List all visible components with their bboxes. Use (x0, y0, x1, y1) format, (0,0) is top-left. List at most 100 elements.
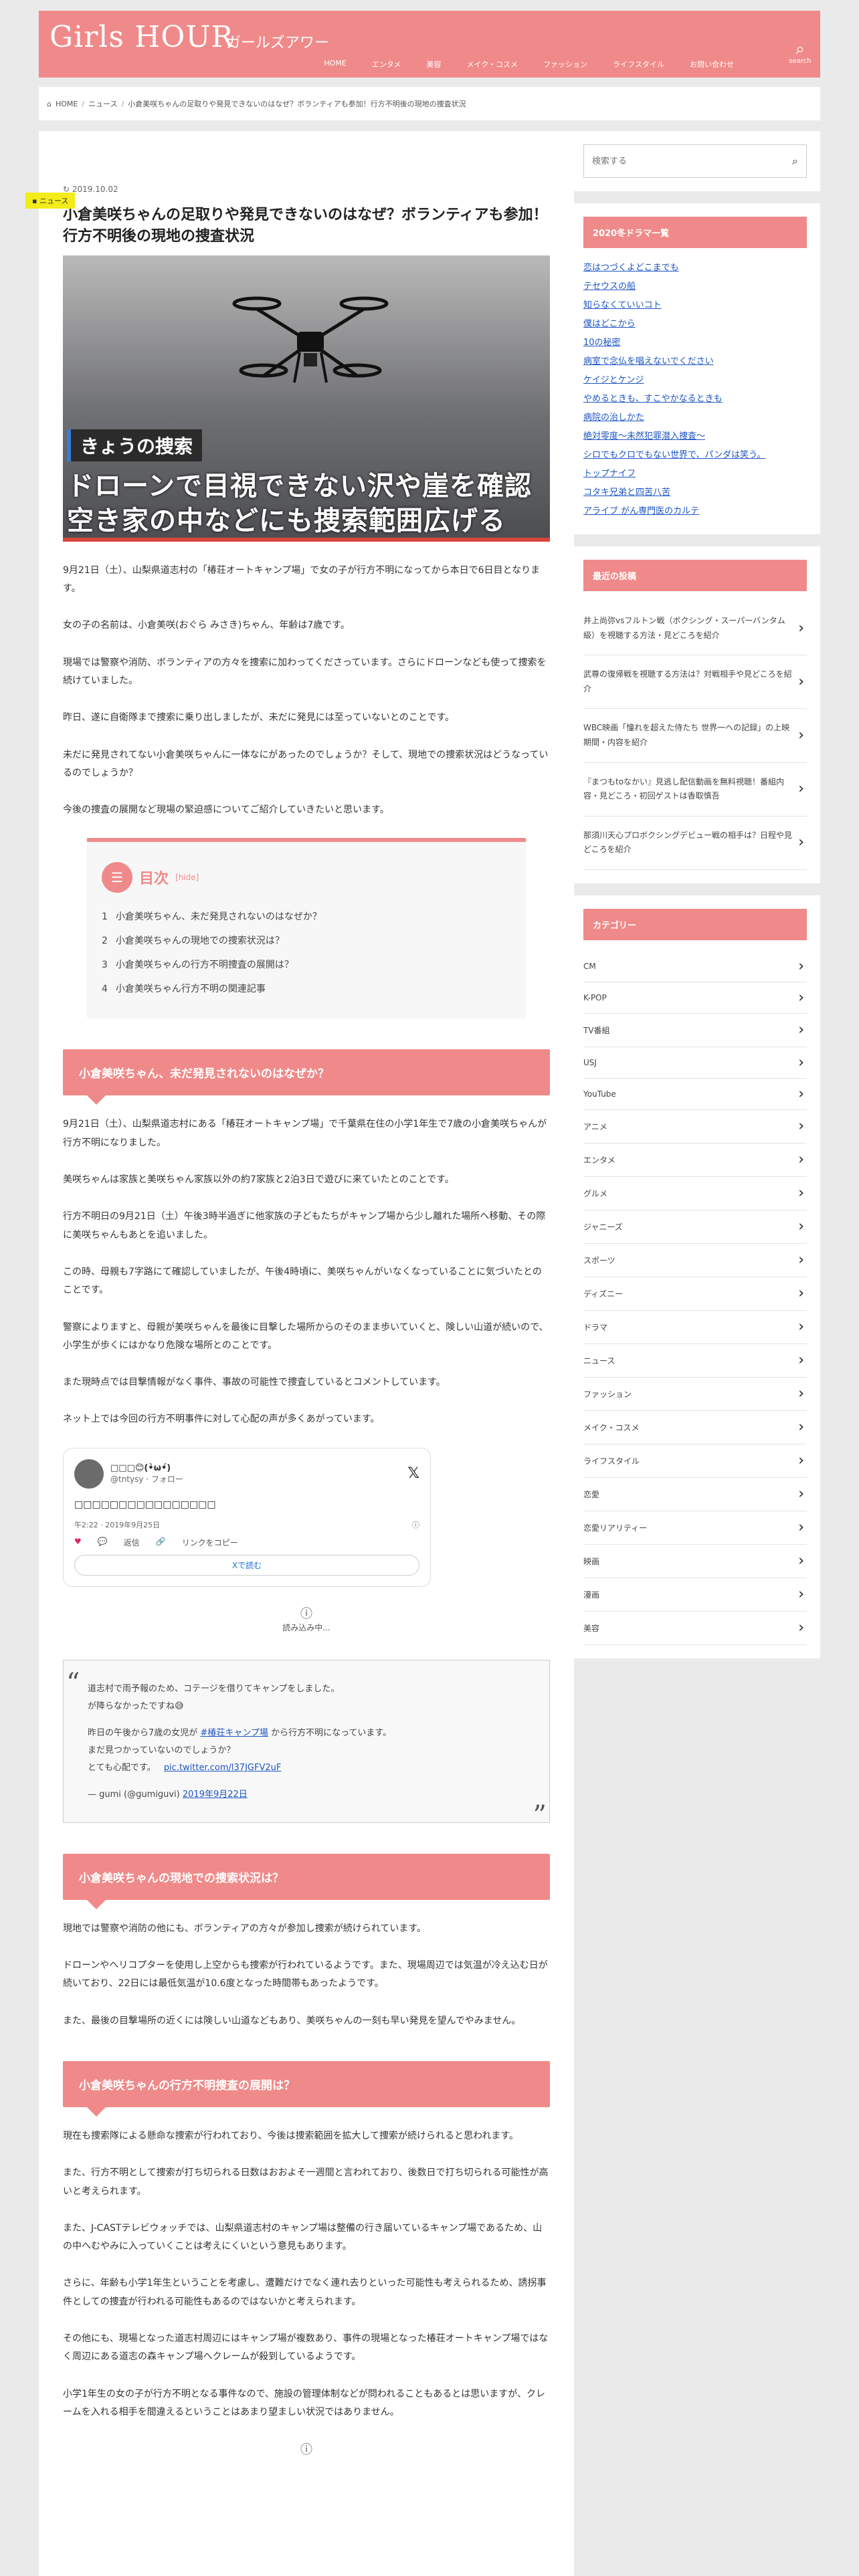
site-logo[interactable]: Girls HOUR (50, 20, 234, 54)
category-link[interactable]: ニュース (583, 1344, 807, 1378)
drama-link[interactable]: シロでもクロでもない世界で、パンダは笑う。 (583, 446, 807, 465)
nav-beauty[interactable]: 美容 (413, 59, 454, 70)
sidebar: ⌕ 2020冬ドラマ一覧 恋はつづくよどこまでも テセウスの船 知らなくていいコ… (570, 131, 820, 1671)
intro-paragraph: 昨日、遂に自衛隊まで捜索に乗り出しましたが、未だに発見には至っていないとのことで… (63, 712, 455, 724)
tweet-author-name[interactable]: □□□😊(•̀ω•́) (110, 1463, 183, 1473)
drama-link[interactable]: 病室で念仏を唱えないでください (583, 352, 807, 371)
category-link[interactable]: K-POP (583, 982, 807, 1014)
quote-open-icon: “ (66, 1667, 80, 1699)
toc-item[interactable]: 3 小倉美咲ちゃんの行方不明捜査の展開は？ (102, 953, 511, 977)
category-link[interactable]: 漫画 (583, 1578, 807, 1612)
drama-link[interactable]: テセウスの船 (583, 278, 807, 296)
category-link[interactable]: YouTube (583, 1079, 807, 1110)
global-nav: HOME エンタメ 美容 メイク・コスメ ファッション ライフスタイル お問い合… (311, 59, 747, 70)
drama-link[interactable]: 絶対零度〜未然犯罪潜入捜査〜 (583, 427, 807, 446)
toc-item[interactable]: 2 小倉美咲ちゃんの現地での捜索状況は？ (102, 929, 511, 953)
drama-link[interactable]: 知らなくていいコト (583, 296, 807, 315)
recent-post-link[interactable]: 那須川天心プロボクシングデビュー戦の相手は？日程や見どころを紹介 (583, 817, 807, 870)
intro-paragraph: 9月21日（土）、山梨県道志村の「椿荘オートキャンプ場」で女の子が行方不明になっ… (63, 564, 541, 595)
nav-fashion[interactable]: ファッション (531, 59, 600, 70)
category-link[interactable]: ジャニーズ (583, 1210, 807, 1244)
nav-contact[interactable]: お問い合わせ (677, 59, 747, 70)
breadcrumb-separator: / (82, 99, 85, 108)
avatar[interactable] (74, 1459, 104, 1489)
tweet-timestamp[interactable]: 午2:22 · 2019年9月25日 (74, 1519, 160, 1530)
breadcrumb-separator: / (121, 99, 124, 108)
category-link[interactable]: エンタメ (583, 1144, 807, 1177)
toc-item[interactable]: 4 小倉美咲ちゃん行方不明の関連記事 (102, 977, 511, 1001)
drama-link[interactable]: アライブ がん専門医のカルテ (583, 502, 807, 521)
home-icon: ⌂ (47, 99, 52, 108)
quote-author: — gumi (@gumiguvi) (88, 1789, 180, 1800)
drama-link[interactable]: トップナイフ (583, 465, 807, 484)
section-paragraph: また、最後の目撃場所の近くには険しい山道などもあり、美咲ちゃんの一刻も早い発見を… (63, 2015, 521, 2026)
section-paragraph: 現在も捜索隊による懸命な捜索が行われており、今後は捜索範囲を拡大して捜索が続けら… (63, 2130, 518, 2141)
drama-link[interactable]: 10の秘密 (583, 334, 807, 352)
quote-date-link[interactable]: 2019年9月22日 (183, 1790, 248, 1800)
search-icon[interactable]: ⌕ (792, 154, 798, 168)
category-tag-label: ニュース (39, 197, 69, 205)
loading-icon: ⓘ (300, 1606, 312, 1621)
x-logo-icon[interactable]: 𝕏 (407, 1465, 419, 1482)
nav-makeup[interactable]: メイク・コスメ (454, 59, 531, 70)
tweet-author-handle[interactable]: @tntysy · フォロー (110, 1473, 183, 1485)
category-link[interactable]: 恋愛 (583, 1478, 807, 1511)
drama-link[interactable]: やめるときも、すこやかなるときも (583, 390, 807, 409)
intro-paragraph: 現場では警察や消防、ボランティアの方々を捜索に加わってくださっています。さらにド… (63, 657, 547, 686)
category-link[interactable]: TV番組 (583, 1014, 807, 1047)
hashtag-link[interactable]: #椿荘キャンプ場 (200, 1728, 268, 1738)
drama-link[interactable]: ケイジとケンジ (583, 371, 807, 390)
category-link[interactable]: グルメ (583, 1177, 807, 1210)
category-link[interactable]: スポーツ (583, 1244, 807, 1277)
header-search-button[interactable]: ⌕ search (785, 40, 815, 65)
category-link[interactable]: USJ (583, 1047, 807, 1079)
breadcrumb-news[interactable]: ニュース (88, 98, 117, 109)
sidebar-search-input[interactable] (584, 145, 806, 177)
nav-home[interactable]: HOME (311, 59, 359, 70)
section-paragraph: 警察によりますと、母親が美咲ちゃんを最後に目撃した場所からのそのまま歩いていくと… (63, 1321, 549, 1351)
recent-post-link[interactable]: WBC映画「憧れを超えた侍たち 世界一への記録」の上映期間・内容を紹介 (583, 709, 807, 763)
category-tag[interactable]: ▪ ニュース (25, 193, 76, 209)
toc-item[interactable]: 1 小倉美咲ちゃん、未だ発見されないのはなぜか？ (102, 905, 511, 929)
info-icon[interactable]: ⓘ (412, 1519, 419, 1530)
drama-link[interactable]: 僕はどこから (583, 315, 807, 334)
category-link[interactable]: ディズニー (583, 1277, 807, 1311)
category-link[interactable]: CM (583, 951, 807, 982)
read-on-x-button[interactable]: Xで読む (74, 1554, 419, 1576)
category-link[interactable]: アニメ (583, 1110, 807, 1144)
category-link[interactable]: 美容 (583, 1612, 807, 1645)
category-widget: カテゴリー CM K-POP TV番組 USJ YouTube アニメ エンタメ… (570, 895, 820, 1658)
tweet-reply-label[interactable]: 返信 (124, 1537, 140, 1548)
toc-hide-toggle[interactable]: [hide] (175, 873, 199, 882)
category-link[interactable]: メイク・コスメ (583, 1411, 807, 1444)
drama-link[interactable]: 病院の治しかた (583, 409, 807, 427)
recent-posts-title: 最近の投稿 (583, 560, 807, 591)
recent-post-link[interactable]: 『まつもtoなかい』見逃し配信動画を無料視聴！番組内容・見どころ・初回ゲストは香… (583, 763, 807, 817)
section-heading: 小倉美咲ちゃん、未だ発見されないのはなぜか？ (63, 1049, 550, 1105)
tweet-copy-link-label[interactable]: リンクをコピー (182, 1537, 238, 1548)
recent-post-link[interactable]: 井上尚弥vsフルトン戦（ボクシング・スーパーバンタム級）を視聴する方法・見どころ… (583, 602, 807, 656)
pic-link[interactable]: pic.twitter.com/l37JGFV2uF (164, 1763, 282, 1773)
site-logo-subtitle: ガールズアワー (226, 35, 330, 51)
category-link[interactable]: 恋愛リアリティー (583, 1511, 807, 1545)
drama-link[interactable]: コタキ兄弟と四苦八苦 (583, 484, 807, 502)
breadcrumb-home[interactable]: HOME (56, 100, 78, 108)
link-icon[interactable]: 🔗 (156, 1537, 166, 1548)
category-link[interactable]: ファッション (583, 1378, 807, 1411)
section-paragraph: また、行方不明として捜索が打ち切られる日数はおおよそ一週間と言われており、後数日… (63, 2167, 549, 2197)
sidebar-search-widget: ⌕ (570, 131, 820, 191)
nav-entertainment[interactable]: エンタメ (359, 59, 414, 70)
nav-lifestyle[interactable]: ライフスタイル (600, 59, 677, 70)
recent-post-link[interactable]: 武尊の復帰戦を視聴する方法は？対戦相手や見どころを紹介 (583, 655, 807, 710)
category-link[interactable]: ライフスタイル (583, 1444, 807, 1478)
category-link[interactable]: ドラマ (583, 1311, 807, 1344)
drone-illustration (232, 296, 389, 383)
category-link[interactable]: 映画 (583, 1545, 807, 1578)
drama-list-title: 2020冬ドラマ一覧 (583, 217, 807, 248)
heart-icon[interactable]: ♥ (74, 1537, 82, 1548)
reply-icon[interactable]: 💬 (98, 1537, 108, 1548)
site-header: Girls HOUR ガールズアワー HOME エンタメ 美容 メイク・コスメ … (39, 11, 820, 78)
drama-link[interactable]: 恋はつづくよどこまでも (583, 259, 807, 278)
section-paragraph: 美咲ちゃんは家族と美咲ちゃん家族以外の約7家族と2泊3日で遊びに来ていたとのこと… (63, 1174, 454, 1186)
folder-icon: ▪ (32, 197, 37, 205)
